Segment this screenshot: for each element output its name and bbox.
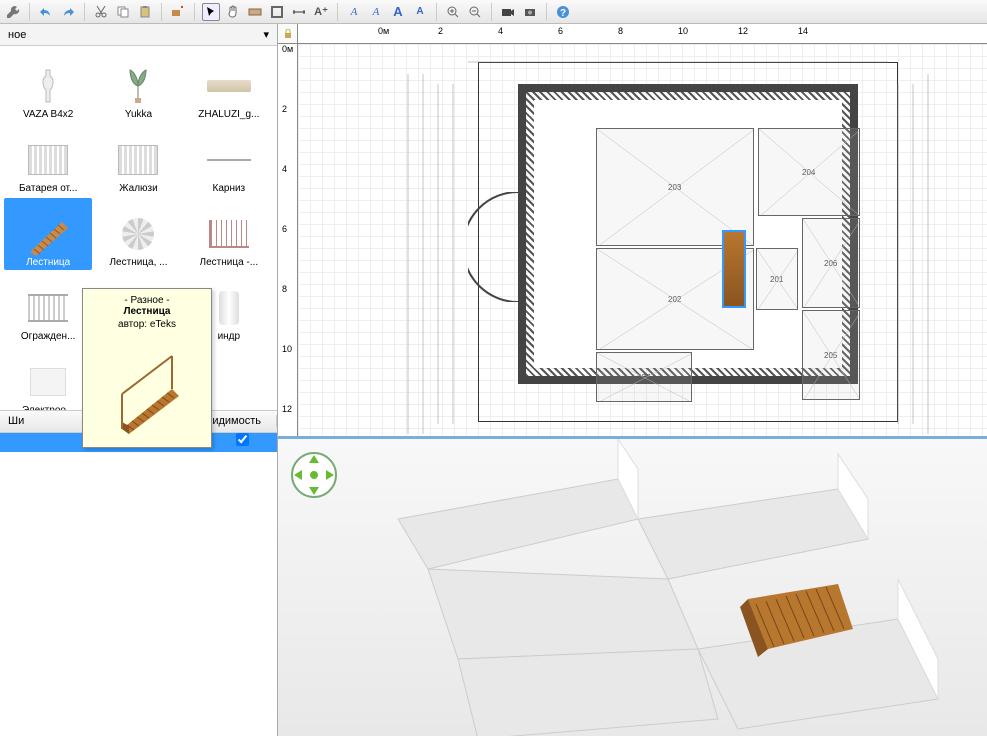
furniture-thumb-icon — [113, 137, 163, 183]
ruler-tick: 10 — [282, 344, 292, 354]
furniture-item[interactable]: Лестница, ... — [94, 198, 182, 270]
furniture-thumb-icon — [23, 285, 73, 331]
rooms-3d — [278, 439, 987, 736]
text-a4-icon[interactable]: A — [411, 3, 429, 21]
tooltip-author: автор: eTeks — [89, 319, 205, 330]
furniture-thumb-icon — [23, 137, 73, 183]
ruler-tick: 2 — [438, 26, 443, 36]
ruler-tick: 14 — [798, 26, 808, 36]
horizontal-ruler: 0м 2 4 6 8 10 12 14 — [278, 24, 987, 44]
furniture-item[interactable]: Карниз — [185, 124, 273, 196]
room[interactable]: 203 — [596, 128, 754, 246]
furniture-label: индр — [218, 331, 241, 342]
furniture-thumb-icon — [113, 211, 163, 257]
text-a1-icon[interactable]: A — [345, 3, 363, 21]
furniture-thumb-icon — [23, 63, 73, 109]
category-label: ное — [8, 29, 26, 41]
furniture-label: Лестница -... — [200, 257, 259, 268]
ruler-tick: 8 — [618, 26, 623, 36]
furniture-item[interactable]: VAZA B4x2 — [4, 50, 92, 122]
furniture-item[interactable]: Огражден... — [4, 272, 92, 344]
text-a2-icon[interactable]: A — [367, 3, 385, 21]
room[interactable]: 204 — [758, 128, 860, 216]
plan-canvas[interactable]: 201202203204205206207 — [298, 44, 987, 436]
cut-icon[interactable] — [92, 3, 110, 21]
furniture-thumb-icon — [23, 211, 73, 257]
category-selector[interactable]: ное ▾ — [0, 24, 277, 46]
room[interactable]: 206 — [802, 218, 860, 308]
hand-icon[interactable] — [224, 3, 242, 21]
furniture-label: Батарея от... — [19, 183, 77, 194]
furniture-thumb-icon — [113, 63, 163, 109]
furniture-item[interactable]: Лестница — [4, 198, 92, 270]
floorplan: 201202203204205206207 — [478, 62, 898, 422]
undo-icon[interactable] — [37, 3, 55, 21]
photo-icon[interactable] — [521, 3, 539, 21]
ruler-tick: 12 — [282, 404, 292, 414]
chevron-down-icon: ▾ — [263, 28, 269, 41]
vertical-ruler: 0м 2 4 6 8 10 12 — [278, 44, 298, 436]
ruler-tick: 8 — [282, 284, 287, 294]
ruler-tick: 0м — [378, 26, 389, 36]
room[interactable]: 205 — [802, 310, 860, 400]
main-toolbar: A⁺ A A A A ? — [0, 0, 987, 24]
redo-icon[interactable] — [59, 3, 77, 21]
visibility-checkbox[interactable] — [236, 433, 249, 446]
text-tool-icon[interactable]: A⁺ — [312, 3, 330, 21]
cursor-icon[interactable] — [202, 3, 220, 21]
tooltip-category: - Разное - — [89, 295, 205, 306]
furniture-item[interactable]: Лестница -... — [185, 198, 273, 270]
ruler-tick: 12 — [738, 26, 748, 36]
lock-icon[interactable] — [278, 24, 298, 43]
wall-tool-icon[interactable] — [246, 3, 264, 21]
ruler-tick: 2 — [282, 104, 287, 114]
zoom-out-icon[interactable] — [466, 3, 484, 21]
furniture-label: Yukka — [125, 109, 152, 120]
room[interactable]: 207 — [596, 352, 692, 402]
furniture-item[interactable]: Жалюзи — [94, 124, 182, 196]
furniture-thumb-icon — [23, 359, 73, 405]
wrench-icon[interactable] — [4, 3, 22, 21]
furniture-item[interactable]: ZHALUZI_g... — [185, 50, 273, 122]
furniture-label: Лестница — [26, 257, 70, 268]
furniture-thumb-icon — [204, 63, 254, 109]
ruler-tick: 6 — [558, 26, 563, 36]
ruler-tick: 6 — [282, 224, 287, 234]
paste-icon[interactable] — [136, 3, 154, 21]
camera-icon[interactable] — [499, 3, 517, 21]
furniture-item[interactable]: Yukka — [94, 50, 182, 122]
view-3d[interactable] — [278, 436, 987, 736]
dimension-tool-icon[interactable] — [290, 3, 308, 21]
copy-icon[interactable] — [114, 3, 132, 21]
staircase-plan[interactable] — [722, 230, 746, 308]
room-tool-icon[interactable] — [268, 3, 286, 21]
zoom-in-icon[interactable] — [444, 3, 462, 21]
furniture-item[interactable]: Батарея от... — [4, 124, 92, 196]
text-a3-icon[interactable]: A — [389, 3, 407, 21]
furniture-label: VAZA B4x2 — [23, 109, 73, 120]
tooltip-image — [107, 334, 187, 434]
furniture-label: Огражден... — [21, 331, 76, 342]
ruler-tick: 4 — [282, 164, 287, 174]
ruler-tick: 0м — [282, 44, 293, 54]
furniture-label: Жалюзи — [119, 183, 157, 194]
furniture-item[interactable]: Электроо... — [4, 346, 92, 410]
help-icon[interactable]: ? — [554, 3, 572, 21]
furniture-tooltip: - Разное - Лестница автор: eTeks — [82, 288, 212, 448]
room[interactable]: 201 — [756, 248, 798, 310]
furniture-thumb-icon — [204, 211, 254, 257]
furniture-label: Карниз — [213, 183, 246, 194]
tooltip-name: Лестница — [89, 306, 205, 317]
furniture-label: Лестница, ... — [109, 257, 167, 268]
furniture-thumb-icon — [204, 137, 254, 183]
svg-text:?: ? — [560, 8, 566, 19]
ruler-tick: 10 — [678, 26, 688, 36]
plan-view[interactable]: 0м2468101214 0м24681012 2012022032042052… — [278, 24, 987, 436]
furniture-label: ZHALUZI_g... — [198, 109, 259, 120]
ruler-tick: 4 — [498, 26, 503, 36]
add-furniture-icon[interactable] — [169, 3, 187, 21]
